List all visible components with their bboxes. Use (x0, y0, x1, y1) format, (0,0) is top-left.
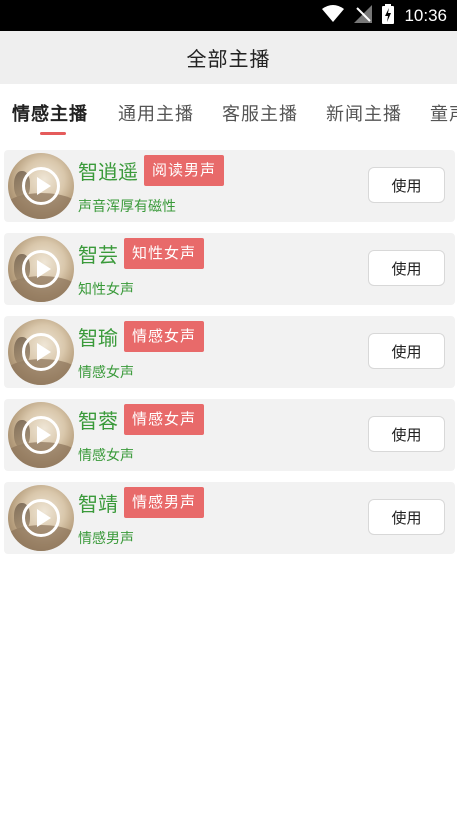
list-item: 智瑜 情感女声 情感女声 使用 (4, 316, 455, 388)
avatar[interactable] (8, 153, 74, 219)
avatar[interactable] (8, 236, 74, 302)
status-icons: 10:36 (322, 0, 447, 31)
list-item: 智芸 知性女声 知性女声 使用 (4, 233, 455, 305)
play-icon (22, 416, 60, 454)
tab-emotional[interactable]: 情感主播 (12, 100, 88, 126)
play-icon (22, 167, 60, 205)
anchor-name: 智瑜 (78, 326, 118, 350)
use-button[interactable]: 使用 (368, 167, 445, 203)
anchor-desc: 声音浑厚有磁性 (78, 199, 176, 215)
tab-customer-service[interactable]: 客服主播 (222, 100, 298, 126)
play-icon (22, 333, 60, 371)
tab-general[interactable]: 通用主播 (118, 100, 194, 126)
avatar[interactable] (8, 485, 74, 551)
play-icon (22, 250, 60, 288)
battery-charging-icon (382, 3, 395, 28)
list-item: 智逍遥 阅读男声 声音浑厚有磁性 使用 (4, 150, 455, 222)
wifi-icon (322, 4, 345, 27)
tab-news[interactable]: 新闻主播 (326, 100, 402, 126)
anchor-desc: 情感男声 (78, 531, 134, 547)
voice-tag: 阅读男声 (144, 155, 225, 186)
list-item: 智靖 情感男声 情感男声 使用 (4, 482, 455, 554)
avatar[interactable] (8, 319, 74, 385)
no-signal-icon (354, 4, 373, 27)
voice-tag: 情感女声 (124, 321, 205, 352)
voice-tag: 情感男声 (124, 487, 205, 518)
anchor-name: 智逍遥 (78, 160, 138, 184)
page-title: 全部主播 (186, 47, 271, 71)
use-button[interactable]: 使用 (368, 250, 445, 286)
title-bar: 全部主播 (0, 31, 457, 84)
use-button[interactable]: 使用 (368, 499, 445, 535)
anchor-name: 智蓉 (78, 409, 118, 433)
status-time: 10:36 (404, 5, 447, 25)
anchor-desc: 情感女声 (78, 448, 134, 464)
category-tabs: 情感主播 通用主播 客服主播 新闻主播 童声主播 (0, 84, 457, 142)
anchor-desc: 情感女声 (78, 365, 134, 381)
list-item: 智蓉 情感女声 情感女声 使用 (4, 399, 455, 471)
voice-tag: 情感女声 (124, 404, 205, 435)
play-icon (22, 499, 60, 537)
use-button[interactable]: 使用 (368, 333, 445, 369)
anchor-desc: 知性女声 (78, 282, 134, 298)
avatar[interactable] (8, 402, 74, 468)
voice-tag: 知性女声 (124, 238, 205, 269)
active-tab-indicator (40, 132, 66, 135)
status-bar: 10:36 (0, 0, 457, 31)
tab-children[interactable]: 童声主播 (430, 100, 457, 126)
use-button[interactable]: 使用 (368, 416, 445, 452)
anchor-name: 智芸 (78, 243, 118, 267)
anchor-name: 智靖 (78, 492, 118, 516)
